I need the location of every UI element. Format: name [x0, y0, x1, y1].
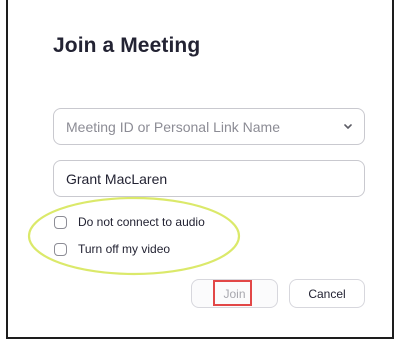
do-not-connect-audio-label[interactable]: Do not connect to audio — [78, 215, 205, 230]
turn-off-video-label[interactable]: Turn off my video — [78, 242, 170, 257]
meeting-id-dropdown[interactable]: Meeting ID or Personal Link Name — [53, 108, 365, 145]
dialog-title: Join a Meeting — [53, 34, 201, 57]
cancel-button[interactable]: Cancel — [289, 279, 365, 308]
join-button[interactable]: Join — [191, 279, 278, 308]
name-input[interactable]: Grant MacLaren — [53, 160, 365, 197]
do-not-connect-audio-checkbox[interactable] — [54, 216, 67, 229]
chevron-down-icon[interactable] — [342, 119, 354, 135]
name-input-value: Grant MacLaren — [66, 171, 168, 187]
meeting-id-placeholder: Meeting ID or Personal Link Name — [66, 119, 280, 135]
turn-off-video-checkbox[interactable] — [54, 243, 67, 256]
